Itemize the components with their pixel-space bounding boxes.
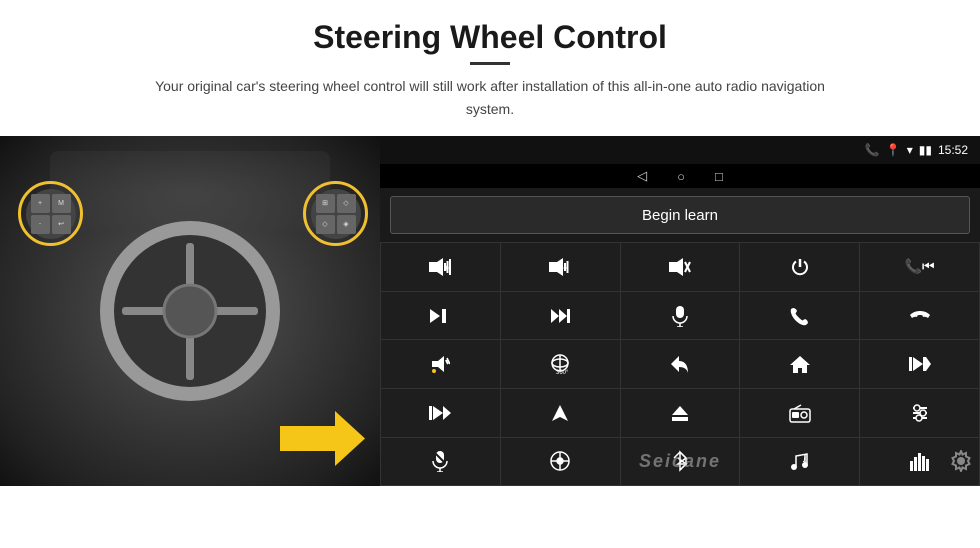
360-button[interactable]: 360° (501, 340, 620, 388)
begin-learn-button[interactable]: Begin learn (390, 196, 970, 234)
btn-nav: ◇ (316, 215, 335, 234)
svg-text:−: − (563, 263, 568, 273)
left-buttons: + M - ↩ (26, 189, 76, 239)
eject-button[interactable] (621, 389, 740, 437)
wheel-control-button[interactable] (501, 438, 620, 486)
time-display: 15:52 (938, 143, 968, 157)
vol-up-button[interactable]: + (381, 243, 500, 291)
btn-vol-dn: - (31, 215, 50, 234)
prev-prev-button[interactable] (860, 340, 979, 388)
right-button-group: ⊞ ◇ ◇ ◈ (303, 181, 368, 246)
eq-settings-button[interactable] (860, 389, 979, 437)
btn-src: ↩ (52, 215, 71, 234)
btn-ok: ◈ (337, 215, 356, 234)
subtitle: Your original car's steering wheel contr… (140, 75, 840, 120)
mute-button[interactable] (621, 243, 740, 291)
page-title: Steering Wheel Control (60, 18, 920, 56)
btn-mode: M (52, 194, 71, 213)
left-button-group: + M - ↩ (18, 181, 83, 246)
wifi-icon: ▾ (907, 143, 913, 157)
wheel-center (163, 284, 218, 339)
page-wrapper: Steering Wheel Control Your original car… (0, 0, 980, 548)
phone-call-button[interactable] (740, 292, 859, 340)
status-bar: 📞 📍 ▾ ▮▮ 15:52 (380, 136, 980, 164)
svg-text:♪: ♪ (802, 455, 806, 464)
navigation-button[interactable] (501, 389, 620, 437)
status-bar-right: 📞 📍 ▾ ▮▮ 15:52 (865, 143, 968, 157)
bluetooth-button[interactable] (621, 438, 740, 486)
horn-button[interactable] (381, 340, 500, 388)
location-icon: 📍 (886, 143, 901, 157)
call-prev-button[interactable]: 📞⏮ (860, 243, 979, 291)
nav-bar: ◁ ○ □ (380, 164, 980, 188)
content-area: + M - ↩ ⊞ ◇ ◇ ◈ (0, 136, 980, 548)
home-nav-icon[interactable]: ○ (677, 169, 685, 184)
mic-button[interactable] (621, 292, 740, 340)
btn-media: ⊞ (316, 194, 335, 213)
power-button[interactable] (740, 243, 859, 291)
home-button[interactable] (740, 340, 859, 388)
btn-vol-up: + (31, 194, 50, 213)
title-divider (470, 62, 510, 65)
controls-grid: + − (380, 242, 980, 486)
battery-icon: ▮▮ (919, 143, 932, 157)
radio-button[interactable] (740, 389, 859, 437)
fast-forward-button[interactable] (501, 292, 620, 340)
hang-up-button[interactable] (860, 292, 979, 340)
vol-down-button[interactable]: − (501, 243, 620, 291)
steering-wheel (100, 221, 280, 401)
back-button[interactable] (621, 340, 740, 388)
back-nav-icon[interactable]: ◁ (637, 168, 647, 184)
android-screen: 📞 📍 ▾ ▮▮ 15:52 ◁ ○ □ Begin learn (380, 136, 980, 486)
svg-text:+: + (444, 263, 449, 273)
recents-nav-icon[interactable]: □ (715, 169, 723, 184)
next-track-button[interactable] (381, 292, 500, 340)
mic2-button[interactable] (381, 438, 500, 486)
direction-arrow (280, 411, 365, 471)
gear-settings-icon[interactable] (950, 450, 972, 478)
phone-icon: 📞 (865, 143, 880, 157)
begin-learn-row: Begin learn (380, 188, 980, 242)
header-section: Steering Wheel Control Your original car… (0, 0, 980, 128)
car-background: + M - ↩ ⊞ ◇ ◇ ◈ (0, 136, 380, 486)
btn-phone: ◇ (337, 194, 356, 213)
right-buttons: ⊞ ◇ ◇ ◈ (311, 189, 361, 239)
svg-text:360°: 360° (556, 370, 569, 375)
music-button[interactable]: ♪ (740, 438, 859, 486)
car-image-section: + M - ↩ ⊞ ◇ ◇ ◈ (0, 136, 380, 486)
skip-fwd-button[interactable] (381, 389, 500, 437)
